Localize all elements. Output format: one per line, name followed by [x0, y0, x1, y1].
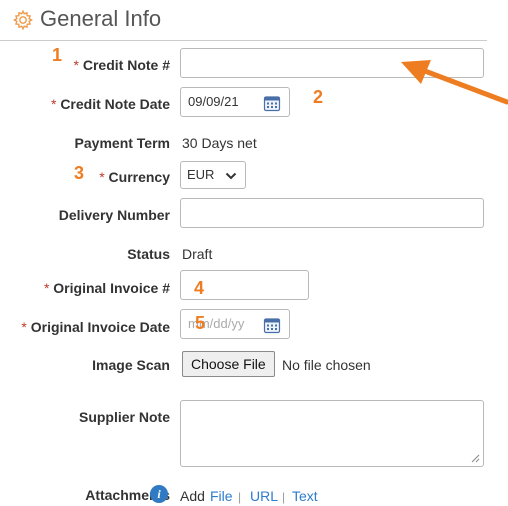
- calendar-icon[interactable]: [263, 316, 281, 334]
- annotation-number-5: 5: [195, 313, 206, 333]
- required-marker: *: [99, 169, 105, 185]
- separator: |: [282, 490, 286, 504]
- supplier-note-label: Supplier Note: [78, 409, 170, 425]
- annotation-number-1: 1: [52, 45, 63, 65]
- currency-selected: EUR: [187, 167, 215, 182]
- currency-label: * Currency: [99, 169, 170, 185]
- info-icon[interactable]: i: [150, 485, 168, 503]
- file-status: No file chosen: [282, 357, 371, 373]
- credit-note-date-input[interactable]: 09/09/21: [180, 87, 290, 117]
- image-scan-label: Image Scan: [92, 357, 170, 373]
- separator: |: [238, 490, 242, 504]
- section-title: General Info: [40, 6, 162, 31]
- annotation-number-2: 2: [313, 87, 324, 107]
- status-value: Draft: [182, 246, 213, 262]
- calendar-icon[interactable]: [263, 94, 281, 112]
- credit-note-date-label: * Credit Note Date: [50, 96, 170, 112]
- date-value: 09/09/21: [188, 94, 239, 109]
- annotation-number-4: 4: [194, 278, 205, 298]
- original-invoice-label: * Original Invoice #: [43, 280, 170, 296]
- required-marker: *: [50, 96, 57, 112]
- required-marker: *: [21, 319, 27, 335]
- currency-select[interactable]: EUR: [180, 161, 246, 189]
- add-label: Add: [180, 488, 205, 504]
- delivery-number-label: Delivery Number: [58, 207, 170, 223]
- add-text-link[interactable]: Text: [292, 487, 318, 505]
- add-file-link[interactable]: File: [210, 487, 233, 505]
- annotation-number-3: 3: [74, 163, 85, 183]
- choose-file-button[interactable]: Choose File: [182, 351, 275, 377]
- required-marker: *: [43, 280, 50, 296]
- payment-term-value: 30 Days net: [182, 135, 257, 151]
- chevron-down-icon: [225, 172, 237, 180]
- delivery-number-input[interactable]: [180, 198, 484, 228]
- annotation-arrow-icon: [401, 60, 508, 105]
- gear-icon: [12, 9, 34, 31]
- resize-handle-icon[interactable]: [470, 453, 480, 463]
- supplier-note-textarea[interactable]: [180, 400, 484, 467]
- header-divider: [0, 40, 487, 41]
- payment-term-label: Payment Term: [74, 135, 170, 151]
- add-url-link[interactable]: URL: [250, 487, 278, 505]
- required-marker: *: [73, 57, 79, 73]
- status-label: Status: [127, 246, 170, 262]
- section-header: General Info: [0, 0, 508, 42]
- original-invoice-date-label: * Original Invoice Date: [21, 319, 170, 335]
- credit-note-label: * Credit Note #: [73, 57, 170, 73]
